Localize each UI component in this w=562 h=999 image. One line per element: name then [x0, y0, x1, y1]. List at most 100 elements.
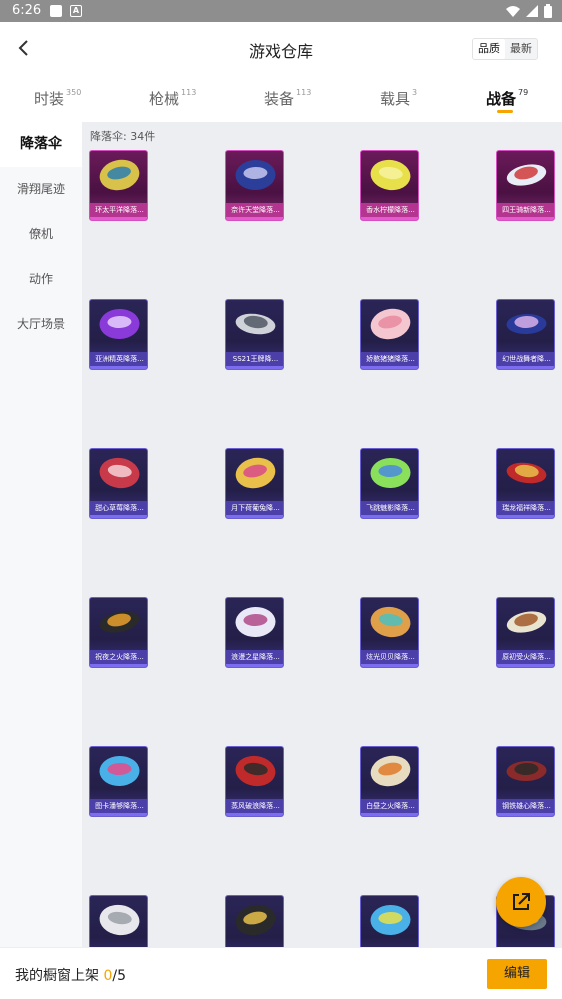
parachute-item-card[interactable]: 祝夜之火降落...	[89, 597, 148, 668]
parachute-item-card[interactable]: 甜心草莓降落...	[89, 448, 148, 519]
parachute-thumbnail	[226, 151, 283, 203]
parachute-item-card[interactable]: 炫光贝贝降落...	[360, 597, 419, 668]
parachute-icon	[370, 606, 411, 638]
parachute-thumbnail	[226, 896, 283, 948]
parachute-thumbnail	[361, 896, 418, 948]
parachute-thumbnail	[497, 747, 554, 799]
parachute-item-card[interactable]: 蒸风破浪降落...	[225, 746, 284, 817]
parachute-icon	[99, 755, 140, 787]
parachute-thumbnail	[497, 449, 554, 501]
parachute-item-name: 瑞龙福祥降落...	[497, 501, 554, 515]
parachute-item-name: 蒸风破浪降落...	[226, 799, 283, 813]
parachute-item-card[interactable]: 亚洲精英降落...	[89, 299, 148, 370]
parachute-item-name: SS21王牌降...	[226, 352, 283, 366]
tab-fashion[interactable]: 时装 350	[34, 88, 81, 109]
status-icons	[506, 4, 552, 18]
parachute-icon	[370, 308, 411, 340]
edit-button[interactable]: 编辑	[487, 959, 547, 989]
parachute-thumbnail	[361, 449, 418, 501]
tab-label: 载具	[380, 90, 411, 108]
parachute-item-card[interactable]: 娇憨猪猪降落...	[360, 299, 419, 370]
sidebar-item-lobby-scene[interactable]: 大厅场景	[0, 302, 82, 347]
sort-latest-button[interactable]: 最新	[505, 39, 537, 59]
rarity-bar	[226, 664, 283, 667]
sidebar-item-parachute[interactable]: 降落伞	[0, 122, 82, 167]
parachute-item-name: 飞跳魅影降落...	[361, 501, 418, 515]
share-button[interactable]	[496, 877, 546, 927]
tab-battle-gear[interactable]: 战备 79	[486, 88, 529, 113]
sidebar: 降落伞 滑翔尾迹 僚机 动作 大厅场景	[0, 122, 82, 952]
parachute-item-card[interactable]: 幻世战舞者降...	[496, 299, 555, 370]
showcase-status: 我的橱窗上架 0/5	[15, 965, 126, 985]
parachute-item-card[interactable]: 钢铁雄心降落...	[496, 746, 555, 817]
parachute-item-card[interactable]: 白昼之火降落...	[360, 746, 419, 817]
sort-toggle: 品质 最新	[472, 38, 538, 60]
parachute-item-card[interactable]	[360, 895, 419, 952]
parachute-item-name: 图卡潘够降落...	[90, 799, 147, 813]
parachute-item-name: 原初受火降落...	[497, 650, 554, 664]
parachute-item-card[interactable]: SS21王牌降...	[225, 299, 284, 370]
parachute-item-name: 娇憨猪猪降落...	[361, 352, 418, 366]
parachute-item-card[interactable]: 浪漫之星降落...	[225, 597, 284, 668]
parachute-thumbnail	[90, 747, 147, 799]
rarity-bar	[226, 813, 283, 816]
showcase-label: 我的橱窗上架	[15, 968, 99, 984]
parachute-item-card[interactable]: 瑞龙福祥降落...	[496, 448, 555, 519]
parachute-item-name: 炫光贝贝降落...	[361, 650, 418, 664]
rarity-bar	[226, 366, 283, 369]
parachute-thumbnail	[90, 300, 147, 352]
parachute-item-name: 甜心草莓降落...	[90, 501, 147, 515]
rarity-bar	[497, 366, 554, 369]
parachute-item-card[interactable]: 图卡潘够降落...	[89, 746, 148, 817]
rarity-bar	[226, 515, 283, 518]
parachute-icon	[235, 457, 276, 489]
parachute-item-card[interactable]: 香水柠檬降落...	[360, 150, 419, 221]
parachute-icon	[235, 606, 276, 638]
parachute-item-card[interactable]: 飞跳魅影降落...	[360, 448, 419, 519]
parachute-item-card[interactable]	[225, 895, 284, 952]
parachute-item-card[interactable]: 月下荷葡兔降...	[225, 448, 284, 519]
parachute-icon	[370, 904, 411, 936]
parachute-thumbnail	[497, 151, 554, 203]
notification-square-icon	[50, 5, 62, 17]
parachute-item-name: 钢铁雄心降落...	[497, 799, 554, 813]
parachute-item-card[interactable]	[89, 895, 148, 952]
rarity-bar	[90, 366, 147, 369]
parachute-item-card[interactable]: 原初受火降落...	[496, 597, 555, 668]
sidebar-item-glide-trail[interactable]: 滑翔尾迹	[0, 167, 82, 212]
parachute-thumbnail	[361, 300, 418, 352]
parachute-thumbnail	[90, 896, 147, 948]
bottom-bar: 我的橱窗上架 0/5 编辑	[0, 947, 562, 999]
sort-quality-button[interactable]: 品质	[473, 39, 505, 59]
active-tab-indicator	[497, 110, 513, 113]
showcase-total-count: /5	[112, 968, 126, 984]
rarity-bar	[361, 664, 418, 667]
parachute-item-name: 祝夜之火降落...	[90, 650, 147, 664]
parachute-item-card[interactable]: 四王骑新降落...	[496, 150, 555, 221]
tab-weapons[interactable]: 枪械 113	[149, 88, 196, 109]
parachute-icon	[235, 755, 276, 787]
parachute-icon	[99, 457, 140, 489]
parachute-item-card[interactable]: 奈许天堂降落...	[225, 150, 284, 221]
tab-label: 时装	[34, 90, 65, 108]
parachute-item-name: 奈许天堂降落...	[226, 203, 283, 217]
category-tabs: 时装 350 枪械 113 装备 113 载具 3 战备 79	[0, 74, 562, 122]
parachute-item-card[interactable]: 环太平洋降落...	[89, 150, 148, 221]
status-time: 6:26	[12, 3, 42, 18]
parachute-thumbnail	[226, 598, 283, 650]
tab-count: 79	[518, 88, 529, 97]
tab-vehicles[interactable]: 载具 3	[380, 88, 417, 109]
parachute-thumbnail	[361, 151, 418, 203]
parachute-icon	[235, 159, 276, 191]
app-root: 6:26 A 游戏仓库 品质 最新 时装 350 枪械 113 装备 113 载具 3 …	[0, 0, 562, 999]
sidebar-item-emote[interactable]: 动作	[0, 257, 82, 302]
parachute-thumbnail	[90, 598, 147, 650]
tab-equipment[interactable]: 装备 113	[264, 88, 311, 109]
rarity-bar	[361, 217, 418, 220]
signal-icon	[526, 5, 538, 17]
wifi-icon	[506, 6, 520, 17]
sidebar-item-wingman[interactable]: 僚机	[0, 212, 82, 257]
parachute-icon	[506, 611, 547, 633]
rarity-bar	[90, 664, 147, 667]
tab-count: 3	[412, 88, 418, 97]
